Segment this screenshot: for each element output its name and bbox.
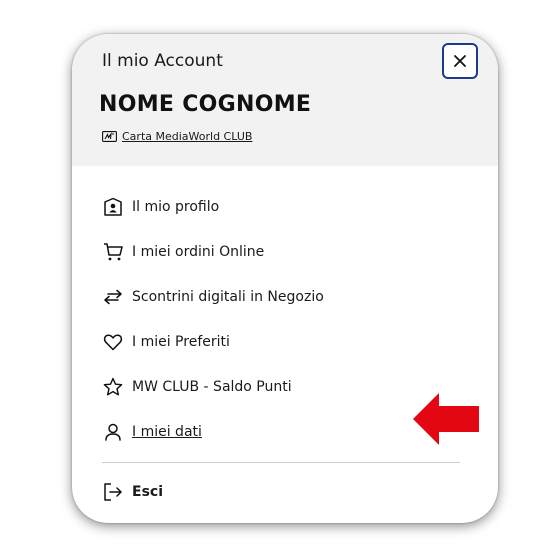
menu-item-digital-receipts[interactable]: Scontrini digitali in Negozio	[102, 274, 462, 319]
swap-arrows-icon	[102, 286, 124, 308]
account-menu-panel: Il mio Account NOME COGNOME Carta MediaW…	[72, 34, 498, 523]
menu-divider	[102, 462, 460, 463]
logout-icon	[102, 481, 124, 503]
logout-label: Esci	[132, 484, 163, 500]
club-card-icon	[102, 131, 117, 142]
account-menu-list: Il mio profilo I miei ordini Online Scon…	[102, 184, 462, 454]
menu-item-label: I miei ordini Online	[132, 243, 265, 260]
account-header: Il mio Account NOME COGNOME Carta MediaW…	[72, 34, 498, 166]
heart-icon	[102, 331, 124, 353]
menu-item-label: I miei dati	[132, 423, 202, 440]
user-name: NOME COGNOME	[99, 92, 312, 117]
profile-card-icon	[102, 196, 124, 218]
logout-button[interactable]: Esci	[102, 481, 163, 503]
menu-item-favorites[interactable]: I miei Preferiti	[102, 319, 462, 364]
menu-item-label: I miei Preferiti	[132, 333, 230, 350]
menu-item-label: Scontrini digitali in Negozio	[132, 288, 324, 305]
user-icon	[102, 421, 124, 443]
menu-item-online-orders[interactable]: I miei ordini Online	[102, 229, 462, 274]
menu-item-label: MW CLUB - Saldo Punti	[132, 378, 292, 395]
menu-item-label: Il mio profilo	[132, 198, 220, 215]
club-card-link[interactable]: Carta MediaWorld CLUB	[102, 130, 252, 143]
cart-icon	[102, 241, 124, 263]
menu-item-profile[interactable]: Il mio profilo	[102, 184, 462, 229]
menu-item-my-data[interactable]: I miei dati	[102, 409, 462, 454]
close-button[interactable]	[442, 43, 478, 79]
menu-item-club-points[interactable]: MW CLUB - Saldo Punti	[102, 364, 462, 409]
club-card-label: Carta MediaWorld CLUB	[122, 130, 253, 143]
close-icon	[454, 55, 466, 67]
red-pointer-arrow-icon	[413, 393, 479, 445]
account-title: Il mio Account	[102, 51, 223, 71]
star-icon	[102, 376, 124, 398]
